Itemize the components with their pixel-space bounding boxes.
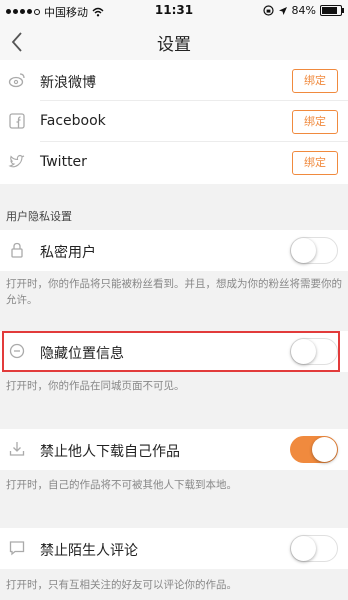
disable-download-toggle[interactable] bbox=[290, 436, 338, 463]
twitter-icon bbox=[8, 154, 25, 168]
stranger-comment-toggle[interactable] bbox=[290, 535, 338, 562]
page-title: 设置 bbox=[157, 35, 191, 55]
privacy-group-title: 用户隐私设置 bbox=[6, 210, 72, 223]
toggle-knob bbox=[291, 339, 316, 364]
setting-description: 打开时，自己的作品将不可被其他人下载到本地。 bbox=[6, 479, 237, 491]
setting-description: 打开时，你的作品在同城页面不可见。 bbox=[6, 380, 185, 392]
toggle-knob bbox=[312, 437, 337, 462]
setting-label: 隐藏位置信息 bbox=[40, 346, 124, 362]
stranger-comment-row: 禁止陌生人评论 bbox=[0, 528, 348, 569]
battery-percent: 84% bbox=[291, 4, 316, 17]
private-user-toggle[interactable] bbox=[290, 237, 338, 264]
toggle-knob bbox=[291, 238, 316, 263]
status-bar: 中国移动 11:31 84% bbox=[0, 0, 348, 20]
setting-label: 禁止陌生人评论 bbox=[40, 543, 138, 559]
setting-description: 打开时，只有互相关注的好友可以评论你的作品。 bbox=[6, 579, 237, 591]
hide-location-row: 隐藏位置信息 bbox=[0, 331, 348, 372]
lock-icon bbox=[11, 242, 23, 258]
private-user-row: 私密用户 bbox=[0, 230, 348, 271]
hide-location-section: 隐藏位置信息 bbox=[0, 331, 348, 372]
disable-download-section: 禁止他人下载自己作品 bbox=[0, 429, 348, 470]
facebook-icon bbox=[9, 113, 25, 129]
comment-icon bbox=[9, 541, 25, 556]
weibo-icon bbox=[8, 73, 25, 88]
download-icon bbox=[9, 442, 25, 456]
setting-label: 私密用户 bbox=[40, 245, 96, 261]
bind-twitter-button[interactable]: 绑定 bbox=[292, 151, 338, 175]
setting-label: 禁止他人下载自己作品 bbox=[40, 444, 180, 460]
bind-weibo-button[interactable]: 绑定 bbox=[292, 69, 338, 93]
social-row-twitter: Twitter 绑定 bbox=[0, 142, 348, 183]
social-name: 新浪微博 bbox=[40, 75, 96, 91]
stranger-comment-section: 禁止陌生人评论 bbox=[0, 528, 348, 569]
toggle-knob bbox=[291, 536, 316, 561]
social-name: Facebook bbox=[40, 113, 106, 129]
bind-facebook-button[interactable]: 绑定 bbox=[292, 110, 338, 134]
social-row-weibo: 新浪微博 绑定 bbox=[0, 60, 348, 101]
navigation-bar: 设置 bbox=[0, 20, 348, 65]
private-user-section: 私密用户 bbox=[0, 230, 348, 271]
social-accounts-section: 新浪微博 绑定 Facebook 绑定 Twitter 绑定 bbox=[0, 60, 348, 184]
hide-location-toggle[interactable] bbox=[290, 338, 338, 365]
location-hide-icon bbox=[9, 343, 25, 359]
disable-download-row: 禁止他人下载自己作品 bbox=[0, 429, 348, 470]
setting-description: 打开时，你的作品将只能被粉丝看到。并且，想成为你的粉丝将需要你的允许。 bbox=[6, 278, 342, 306]
social-row-facebook: Facebook 绑定 bbox=[0, 101, 348, 142]
location-arrow-icon bbox=[278, 6, 287, 15]
rotation-lock-icon bbox=[262, 5, 274, 16]
social-name: Twitter bbox=[40, 154, 87, 170]
battery-icon bbox=[320, 5, 344, 16]
